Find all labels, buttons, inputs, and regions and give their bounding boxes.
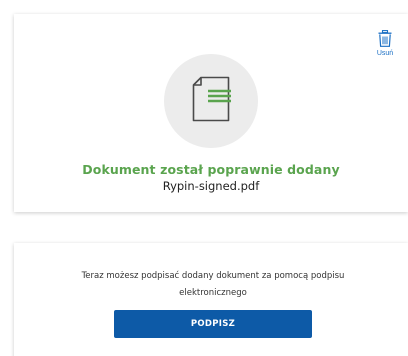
uploaded-document-card: Usuń Dokument został poprawnie dodany Ry…	[14, 14, 408, 212]
upload-success-message: Dokument został poprawnie dodany	[82, 162, 340, 177]
document-icon-circle	[164, 54, 258, 148]
delete-label: Usuń	[376, 50, 394, 57]
trash-icon	[378, 30, 392, 47]
sign-button[interactable]: PODPISZ	[114, 310, 312, 338]
sign-document-card: Teraz możesz podpisać dodany dokument za…	[14, 243, 408, 356]
page: Usuń Dokument został poprawnie dodany Ry…	[0, 0, 408, 356]
sign-instructions: Teraz możesz podpisać dodany dokument za…	[81, 271, 345, 298]
document-icon	[191, 76, 231, 127]
delete-document-button[interactable]: Usuń	[370, 30, 400, 58]
uploaded-file-name: Rypin-signed.pdf	[162, 179, 260, 193]
